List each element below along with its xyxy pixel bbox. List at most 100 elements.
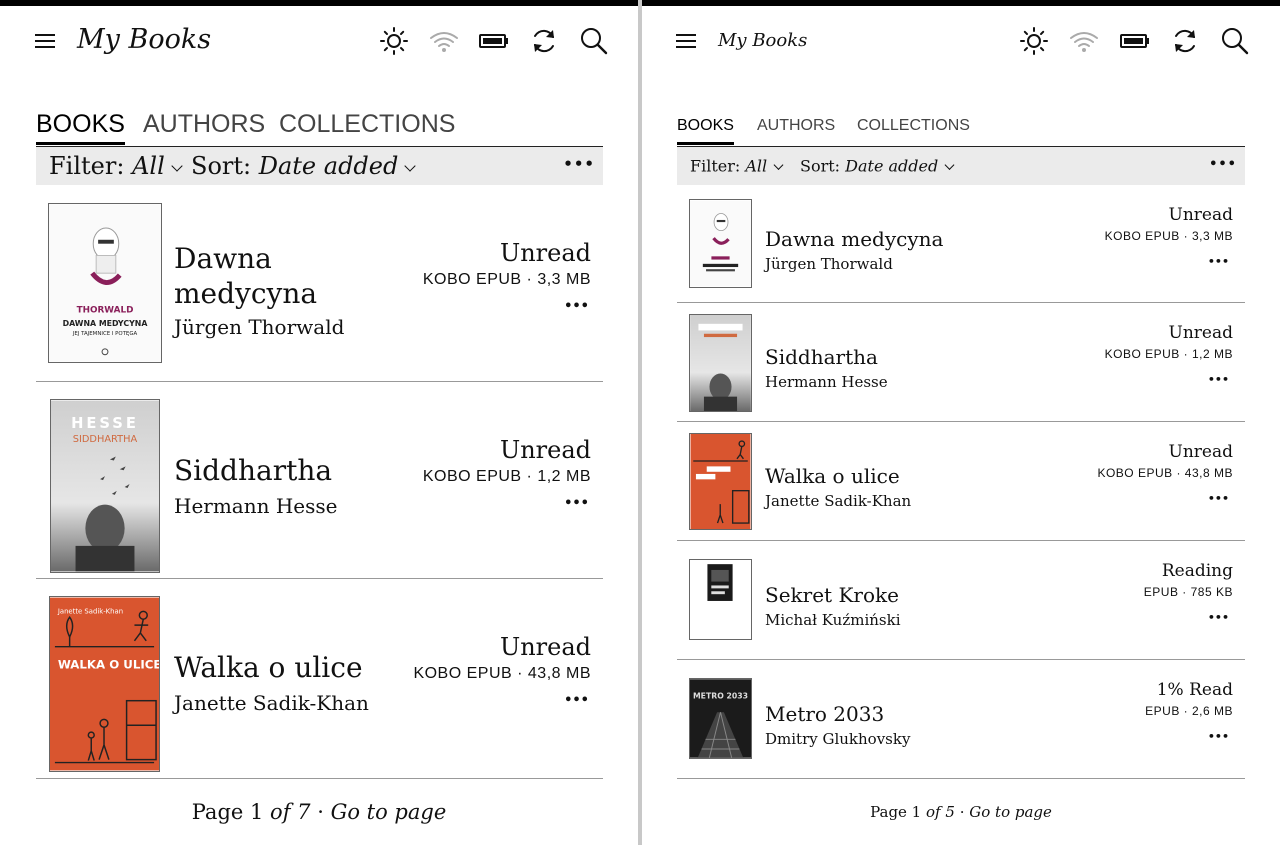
book-format-size: KOBO EPUB · 1,2 MB	[1104, 347, 1233, 361]
book-format-size: KOBO EPUB · 3,3 MB	[1104, 229, 1233, 243]
book-more-icon[interactable]: •••	[1208, 255, 1229, 268]
book-cover-walka-o-ulice	[689, 433, 752, 530]
book-status: Unread	[499, 436, 591, 464]
book-author: Hermann Hesse	[765, 373, 888, 391]
book-status: Unread	[499, 633, 591, 661]
book-status: Unread	[1168, 205, 1233, 225]
book-status: Reading	[1161, 561, 1233, 581]
list-item[interactable]: Sekret Kroke Michał Kuźmiński Reading EP…	[677, 541, 1245, 660]
pagination: Page 1 of 5 · Go to page	[642, 803, 1280, 821]
battery-icon[interactable]	[1120, 26, 1150, 56]
sun-icon[interactable]	[379, 26, 409, 56]
book-more-icon[interactable]: •••	[564, 693, 589, 708]
book-more-icon[interactable]: •••	[1208, 730, 1229, 743]
tab-authors[interactable]: AUTHORS	[143, 110, 265, 139]
sync-icon[interactable]	[529, 26, 559, 56]
book-cover-walka-o-ulice: Janette Sadik-Khan WALKA O ULICE	[49, 596, 160, 772]
book-title: Siddhartha	[174, 454, 333, 487]
book-cover-dawna-medycyna: THORWALD DAWNA MEDYCYNA JEJ TAJEMNICE I …	[48, 203, 162, 363]
pagination: Page 1 of 7 · Go to page	[0, 800, 638, 824]
book-title: Sekret Kroke	[765, 583, 899, 607]
go-to-page-link[interactable]: Go to page	[969, 803, 1052, 821]
book-more-icon[interactable]: •••	[1208, 611, 1229, 624]
svg-text:METRO 2033: METRO 2033	[693, 692, 748, 701]
chevron-down-icon	[404, 160, 417, 172]
sun-icon[interactable]	[1019, 26, 1049, 56]
book-title: Dawna medycyna	[174, 242, 318, 310]
tab-collections[interactable]: COLLECTIONS	[857, 117, 970, 135]
book-title: Walka o ulice	[765, 464, 900, 488]
page-total: of 5	[926, 803, 955, 821]
svg-text:JEJ TAJEMNICE I POTĘGA: JEJ TAJEMNICE I POTĘGA	[72, 331, 138, 337]
book-more-icon[interactable]: •••	[1208, 492, 1229, 505]
sync-icon[interactable]	[1170, 26, 1200, 56]
filter-value: All	[132, 152, 165, 180]
tab-books[interactable]: BOOKS	[36, 110, 125, 145]
more-options-icon[interactable]: •••	[1209, 157, 1237, 172]
sort-dropdown[interactable]: Sort: Date added	[191, 152, 417, 180]
tab-books[interactable]: BOOKS	[677, 117, 734, 145]
svg-text:WALKA O ULICE: WALKA O ULICE	[58, 657, 159, 671]
book-format-size: EPUB · 785 KB	[1143, 585, 1233, 599]
battery-icon[interactable]	[479, 26, 509, 56]
book-cover-sekret-kroke	[689, 559, 752, 640]
svg-text:DAWNA MEDYCYNA: DAWNA MEDYCYNA	[63, 319, 149, 328]
book-format-size: KOBO EPUB · 1,2 MB	[422, 468, 591, 485]
filter-label: Filter:	[49, 152, 125, 180]
hamburger-menu-icon[interactable]	[35, 34, 55, 48]
book-more-icon[interactable]: •••	[564, 299, 589, 314]
filter-dropdown[interactable]: Filter: All	[49, 152, 183, 180]
book-status: 1% Read	[1156, 680, 1233, 700]
pagination-separator: ·	[959, 803, 965, 821]
go-to-page-link[interactable]: Go to page	[331, 800, 447, 824]
book-author: Michał Kuźmiński	[765, 611, 901, 629]
hamburger-menu-icon[interactable]	[676, 34, 696, 48]
right-screen: My Books BOOKS AUTHORS COLLECTIONS Filte…	[642, 6, 1280, 845]
list-item[interactable]: Dawna medycyna Jürgen Thorwald Unread KO…	[677, 191, 1245, 303]
sort-label: Sort:	[800, 156, 841, 176]
book-status: Unread	[1168, 323, 1233, 343]
book-author: Dmitry Glukhovsky	[765, 730, 911, 748]
svg-text:SIDDHARTHA: SIDDHARTHA	[73, 434, 138, 445]
list-item[interactable]: THORWALD DAWNA MEDYCYNA JEJ TAJEMNICE I …	[36, 191, 603, 382]
chevron-down-icon	[171, 160, 183, 172]
filter-label: Filter:	[690, 156, 741, 176]
book-author: Jürgen Thorwald	[174, 315, 345, 339]
filter-dropdown[interactable]: Filter: All	[690, 156, 784, 176]
filter-bar: Filter: All Sort: Date added •••	[36, 147, 603, 185]
left-screen: My Books BOOKS AUTHORS COLLECTIONS Filte…	[0, 6, 638, 845]
wifi-icon[interactable]	[1069, 26, 1099, 56]
list-item[interactable]: METRO 2033 Metro 2033 Dmitry Glukhovsky …	[677, 660, 1245, 779]
book-more-icon[interactable]: •••	[1208, 373, 1229, 386]
list-item[interactable]: HESSE SIDDHARTHA Siddhartha Hermann Hess…	[36, 382, 603, 579]
list-item[interactable]: Siddhartha Hermann Hesse Unread KOBO EPU…	[677, 303, 1245, 422]
tab-collections[interactable]: COLLECTIONS	[279, 110, 455, 139]
book-cover-siddhartha	[689, 314, 752, 412]
book-status: Unread	[499, 239, 591, 267]
pagination-separator: ·	[317, 800, 324, 824]
book-title: Walka o ulice	[174, 651, 363, 684]
list-item[interactable]: Walka o ulice Janette Sadik-Khan Unread …	[677, 422, 1245, 541]
book-title: Dawna medycyna	[765, 227, 944, 251]
page-number: Page 1	[870, 803, 922, 821]
book-more-icon[interactable]: •••	[564, 496, 589, 511]
search-icon[interactable]	[579, 26, 609, 56]
book-cover-metro-2033: METRO 2033	[689, 678, 752, 759]
filter-bar: Filter: All Sort: Date added •••	[677, 147, 1245, 185]
book-cover-dawna-medycyna	[689, 199, 752, 288]
sort-value: Date added	[258, 152, 399, 180]
book-author: Jürgen Thorwald	[765, 255, 893, 273]
sort-label: Sort:	[191, 152, 252, 180]
tab-authors[interactable]: AUTHORS	[757, 117, 835, 135]
list-item[interactable]: Janette Sadik-Khan WALKA O ULICE Walka o…	[36, 579, 603, 779]
sort-dropdown[interactable]: Sort: Date added	[800, 156, 955, 176]
wifi-icon[interactable]	[429, 26, 459, 56]
svg-text:THORWALD: THORWALD	[77, 305, 134, 315]
page-title: My Books	[77, 24, 212, 55]
more-options-icon[interactable]: •••	[563, 155, 595, 173]
header: My Books	[0, 6, 638, 76]
book-status: Unread	[1168, 442, 1233, 462]
search-icon[interactable]	[1220, 26, 1250, 56]
chevron-down-icon	[944, 160, 955, 170]
book-author: Hermann Hesse	[174, 494, 338, 518]
